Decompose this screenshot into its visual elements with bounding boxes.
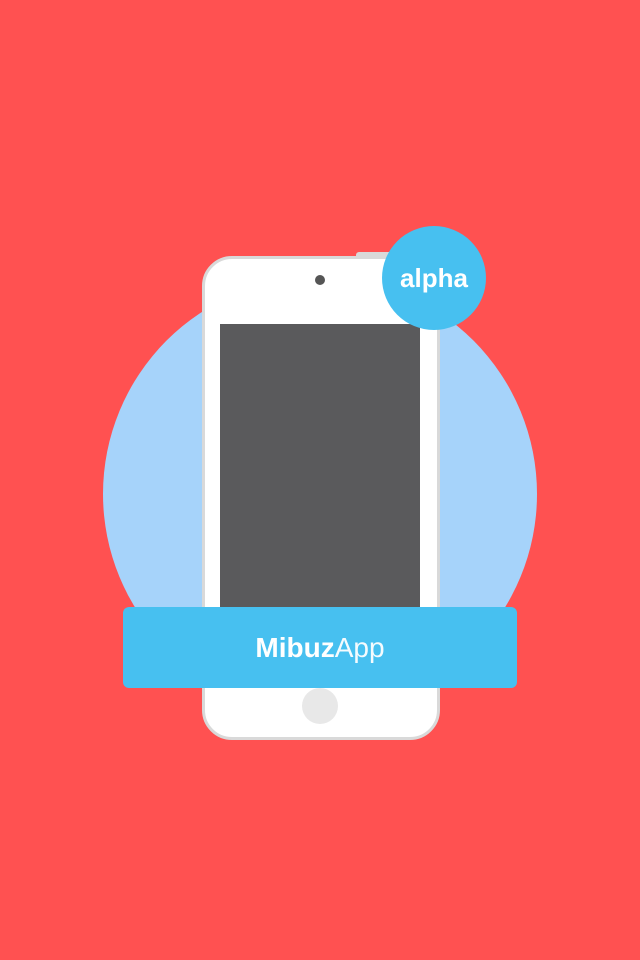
phone-camera-icon	[315, 275, 325, 285]
alpha-badge-label: alpha	[400, 262, 468, 293]
splash-screen: alpha Mibuz App	[0, 0, 640, 960]
phone-screen	[220, 324, 420, 624]
phone-home-button-icon	[302, 688, 338, 724]
brand-banner: Mibuz App	[123, 607, 517, 688]
brand-name-bold: Mibuz	[255, 631, 335, 663]
alpha-badge: alpha	[382, 226, 486, 330]
brand-name-light: App	[334, 631, 385, 663]
